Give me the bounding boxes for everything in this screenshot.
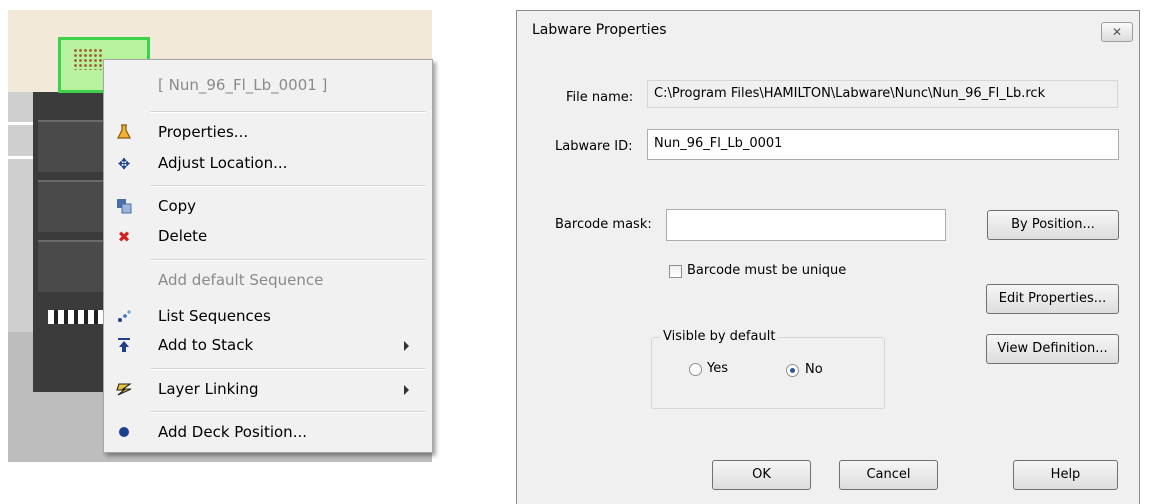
menu-header-label: [ Nun_96_Fl_Lb_0001 ] bbox=[158, 76, 328, 94]
visible-group-title: Visible by default bbox=[660, 329, 779, 344]
menu-item-properties[interactable]: Properties... bbox=[104, 119, 432, 147]
menu-item-list-sequences[interactable]: List Sequences bbox=[104, 303, 432, 331]
sequence-icon bbox=[114, 307, 134, 327]
menu-item-label: List Sequences bbox=[158, 307, 271, 325]
menu-item-add-to-stack[interactable]: Add to Stack bbox=[104, 332, 432, 360]
menu-item-label: Layer Linking bbox=[158, 380, 259, 398]
carrier-feet bbox=[48, 310, 108, 324]
delete-icon: ✖ bbox=[117, 228, 131, 246]
labware-id-label: Labware ID: bbox=[555, 139, 633, 154]
menu-separator bbox=[150, 185, 426, 187]
file-name-field[interactable]: C:\Program Files\HAMILTON\Labware\Nunc\N… bbox=[647, 80, 1118, 108]
help-button[interactable]: Help bbox=[1013, 460, 1118, 490]
stack-icon bbox=[114, 336, 134, 356]
visible-yes-label: Yes bbox=[707, 361, 728, 376]
visible-no-label: No bbox=[805, 362, 823, 377]
menu-separator bbox=[150, 111, 426, 113]
flask-icon bbox=[114, 123, 134, 143]
menu-item-copy[interactable]: Copy bbox=[104, 193, 432, 221]
menu-item-label: Copy bbox=[158, 197, 197, 215]
menu-item-add-default-sequence[interactable]: Add default Sequence bbox=[104, 267, 432, 295]
menu-item-label: Add default Sequence bbox=[158, 271, 324, 289]
labware-id-field[interactable]: Nun_96_Fl_Lb_0001 bbox=[647, 129, 1119, 160]
edit-properties-button[interactable]: Edit Properties... bbox=[986, 284, 1119, 314]
visible-yes-radio[interactable] bbox=[689, 363, 702, 376]
file-name-label: File name: bbox=[566, 90, 634, 105]
dialog-titlebar[interactable]: Labware Properties ✕ bbox=[517, 11, 1139, 51]
barcode-mask-input[interactable] bbox=[666, 209, 946, 241]
dot-icon bbox=[114, 423, 134, 443]
labware-properties-dialog: Labware Properties ✕ File name: C:\Progr… bbox=[516, 10, 1140, 504]
carrier-slot bbox=[38, 180, 108, 232]
ok-button[interactable]: OK bbox=[712, 460, 811, 490]
carrier-slot bbox=[38, 120, 108, 172]
menu-item-label: Properties... bbox=[158, 123, 249, 141]
visible-no-radio[interactable] bbox=[786, 364, 799, 377]
submenu-arrow-icon bbox=[404, 341, 409, 351]
plate-wells bbox=[73, 48, 103, 70]
dialog-title: Labware Properties bbox=[532, 22, 667, 38]
menu-item-delete[interactable]: ✖ Delete bbox=[104, 223, 432, 251]
menu-separator bbox=[150, 411, 426, 413]
menu-item-label: Adjust Location... bbox=[158, 154, 288, 172]
menu-item-label: Add Deck Position... bbox=[158, 423, 307, 441]
close-button[interactable]: ✕ bbox=[1101, 22, 1133, 42]
menu-item-add-deck-position[interactable]: Add Deck Position... bbox=[104, 419, 432, 447]
menu-header: [ Nun_96_Fl_Lb_0001 ] bbox=[104, 72, 432, 100]
visible-by-default-group bbox=[651, 337, 885, 409]
submenu-arrow-icon bbox=[404, 385, 409, 395]
menu-item-layer-linking[interactable]: Layer Linking bbox=[104, 376, 432, 404]
barcode-unique-checkbox[interactable] bbox=[669, 265, 682, 278]
move-icon: ✥ bbox=[117, 155, 131, 173]
copy-icon bbox=[114, 197, 134, 217]
menu-item-adjust-location[interactable]: ✥ Adjust Location... bbox=[104, 150, 432, 178]
menu-separator bbox=[150, 259, 426, 261]
cancel-button[interactable]: Cancel bbox=[839, 460, 938, 490]
view-definition-button[interactable]: View Definition... bbox=[986, 334, 1119, 364]
layer-icon bbox=[114, 380, 134, 400]
barcode-unique-label: Barcode must be unique bbox=[687, 263, 847, 278]
menu-item-label: Add to Stack bbox=[158, 336, 254, 354]
context-menu: [ Nun_96_Fl_Lb_0001 ] Properties... ✥ Ad… bbox=[103, 59, 433, 453]
barcode-mask-label: Barcode mask: bbox=[555, 217, 652, 232]
carrier-slot bbox=[38, 240, 108, 292]
menu-separator bbox=[150, 368, 426, 370]
menu-item-label: Delete bbox=[158, 227, 208, 245]
by-position-button[interactable]: By Position... bbox=[987, 210, 1119, 240]
